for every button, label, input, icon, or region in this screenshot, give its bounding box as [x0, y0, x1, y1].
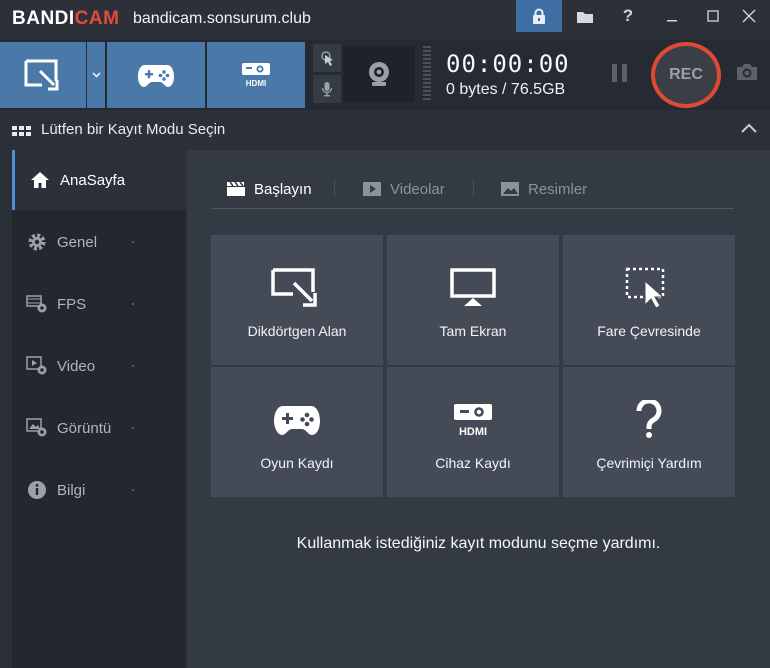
- gamepad-icon: [138, 65, 174, 87]
- svg-text:HDMI: HDMI: [246, 79, 266, 88]
- tab-images[interactable]: Resimler: [500, 178, 587, 200]
- record-button[interactable]: REC: [651, 42, 721, 108]
- input-toggles: [313, 44, 341, 106]
- sidebar-item-video[interactable]: Video: [12, 336, 186, 396]
- gamepad-icon: [273, 397, 321, 443]
- gear-icon: [26, 231, 48, 253]
- chevron-up-icon[interactable]: [740, 121, 758, 139]
- device-mode-button[interactable]: HDMI: [207, 42, 305, 108]
- sidebar-item-label: Video: [57, 357, 96, 375]
- rectangle-area-icon: [270, 265, 324, 311]
- sidebar-item-home[interactable]: AnaSayfa: [12, 150, 186, 210]
- tab-videos[interactable]: Videolar: [362, 178, 445, 200]
- sidebar-item-info[interactable]: Bilgi: [12, 460, 186, 520]
- lock-icon[interactable]: [516, 0, 562, 32]
- audio-level-meter: [423, 46, 431, 102]
- tab-divider: [211, 208, 734, 209]
- clapper-icon: [226, 181, 246, 197]
- grid-icon: [12, 124, 31, 142]
- tile-rectangle-area[interactable]: Dikdörtgen Alan: [211, 235, 383, 365]
- sidebar-item-fps[interactable]: FPS: [12, 274, 186, 334]
- folder-icon[interactable]: [562, 0, 608, 32]
- microphone-icon[interactable]: [313, 75, 341, 103]
- tile-around-mouse[interactable]: Fare Çevresinde: [563, 235, 735, 365]
- fullscreen-icon: [450, 265, 496, 311]
- minimize-icon[interactable]: [649, 0, 695, 32]
- sidebar-item-label: FPS: [57, 295, 87, 313]
- sidebar-item-label: AnaSayfa: [60, 171, 126, 189]
- info-icon: [26, 479, 48, 501]
- tile-device-recording[interactable]: HDMI Cihaz Kaydı: [387, 367, 559, 497]
- hdmi-icon: HDMI: [449, 397, 497, 443]
- hdmi-icon: HDMI: [242, 63, 270, 88]
- camera-icon[interactable]: [735, 62, 759, 87]
- app-logo: BANDICAM: [12, 8, 120, 29]
- tile-online-help[interactable]: Çevrimiçi Yardım: [563, 367, 735, 497]
- sidebar: AnaSayfa Genel FPS Video Görüntü Bilgi: [12, 150, 186, 668]
- image-settings-icon: [26, 417, 48, 439]
- close-icon[interactable]: [726, 0, 770, 32]
- mode-dropdown-button[interactable]: [87, 42, 105, 108]
- tile-game-recording[interactable]: Oyun Kaydı: [211, 367, 383, 497]
- sidebar-item-label: Bilgi: [57, 481, 86, 499]
- rectangle-mode-button[interactable]: [0, 42, 86, 108]
- rectangle-area-icon: [24, 59, 59, 91]
- chevron-down-icon: [91, 72, 101, 78]
- sidebar-item-label: Genel: [57, 233, 98, 251]
- mode-help-text: Kullanmak istediğiniz kayıt modunu seçme…: [296, 535, 661, 552]
- section-title: Lütfen bir Kayıt Modu Seçin: [41, 121, 226, 138]
- around-mouse-icon: [625, 265, 673, 311]
- image-icon: [500, 181, 520, 197]
- file-size-readout: 0 bytes / 76.5GB: [446, 81, 566, 98]
- recording-timer: 00:00:00: [446, 50, 570, 78]
- video-settings-icon: [26, 355, 48, 377]
- game-mode-button[interactable]: [107, 42, 205, 108]
- webcam-icon: [369, 62, 389, 86]
- fps-icon: [26, 293, 48, 315]
- sidebar-item-label: Görüntü: [57, 419, 112, 437]
- tile-full-screen[interactable]: Tam Ekran: [387, 235, 559, 365]
- question-icon: [634, 397, 664, 443]
- tab-get-started[interactable]: Başlayın: [226, 178, 312, 200]
- home-icon: [29, 169, 51, 191]
- pause-button[interactable]: [612, 64, 630, 84]
- sidebar-item-general[interactable]: Genel: [12, 212, 186, 272]
- sidebar-item-image[interactable]: Görüntü: [12, 398, 186, 458]
- webcam-button[interactable]: [343, 46, 415, 102]
- cursor-toggle-icon[interactable]: [313, 44, 341, 72]
- window-title: bandicam.sonsurum.club: [133, 10, 311, 27]
- title-bar: BANDICAM bandicam.sonsurum.club ?: [0, 0, 770, 40]
- svg-text:HDMI: HDMI: [459, 426, 487, 437]
- play-icon: [362, 181, 382, 197]
- help-icon[interactable]: ?: [605, 0, 651, 32]
